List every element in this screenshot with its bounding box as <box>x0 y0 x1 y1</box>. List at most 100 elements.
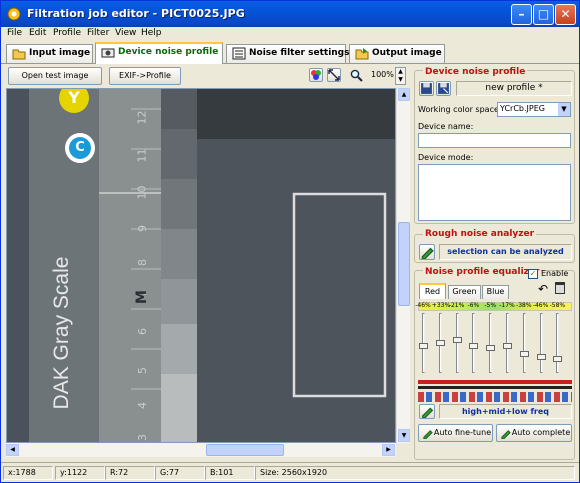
equalizer-slider[interactable] <box>503 313 512 373</box>
device-name-label: Device name: <box>418 122 474 131</box>
scale-number: 10 <box>135 185 149 200</box>
magic-icon <box>501 430 511 439</box>
menu-profile[interactable]: Profile <box>53 28 81 38</box>
slider-thumb[interactable] <box>452 337 462 344</box>
app-window: Filtration job editor - PICT0025.JPG – □… <box>0 0 580 483</box>
image-toolbar: Open test image EXIF->Profile 100% ▲ ▼ <box>6 66 409 86</box>
output-folder-icon <box>355 48 369 60</box>
equalizer-slider[interactable] <box>469 313 479 373</box>
freq-select-button[interactable] <box>419 404 435 419</box>
analyzer-header: Rough noise analyzer <box>423 229 537 239</box>
slider-thumb[interactable] <box>503 342 512 349</box>
menu-file[interactable]: File <box>7 28 22 38</box>
zoom-icon[interactable] <box>350 69 363 82</box>
equalizer-percentage: -46% <box>532 302 549 309</box>
auto-finetune-button[interactable]: Auto fine-tune <box>418 424 493 442</box>
save-as-profile-button[interactable] <box>436 81 451 96</box>
scroll-up-arrow[interactable]: ▲ <box>398 88 410 101</box>
slider-thumb[interactable] <box>486 345 496 352</box>
slider-track <box>522 313 526 373</box>
scale-number: 9 <box>136 225 149 232</box>
tab-input-image[interactable]: Input image <box>6 44 93 63</box>
folder-icon <box>12 49 26 60</box>
menu-help[interactable]: Help <box>141 28 162 38</box>
slider-thumb[interactable] <box>435 340 445 346</box>
channel-tab-green[interactable]: Green <box>448 285 481 299</box>
vertical-scroll-thumb[interactable] <box>398 222 410 306</box>
menu-view[interactable]: View <box>115 28 136 38</box>
minimize-button[interactable]: – <box>511 4 532 25</box>
slider-thumb[interactable] <box>419 342 428 349</box>
slider-thumb[interactable] <box>553 356 563 363</box>
frequency-label: high+mid+low freq <box>439 404 572 419</box>
color-space-select[interactable]: YCrCb.JPEG ▼ <box>497 102 571 117</box>
slider-thumb[interactable] <box>536 353 546 360</box>
auto-complete-button[interactable]: Auto complete <box>496 424 572 442</box>
enable-checkbox[interactable]: ✓ <box>528 269 538 279</box>
analyzer-status: selection can be analyzed <box>439 244 572 260</box>
menu-filter[interactable]: Filter <box>87 28 109 38</box>
frequency-markers <box>418 392 572 402</box>
tab-label: Device noise profile <box>118 47 219 57</box>
close-icon: ✕ <box>560 7 571 21</box>
analyze-button[interactable] <box>419 244 435 260</box>
slider-track <box>556 313 560 373</box>
auto-complete-label: Auto complete <box>511 428 571 437</box>
close-button[interactable]: ✕ <box>555 4 576 25</box>
exif-profile-button[interactable]: EXIF->Profile <box>109 67 181 85</box>
scale-number: 3 <box>136 434 149 441</box>
maximize-button[interactable]: □ <box>533 4 554 25</box>
horizontal-scroll-thumb[interactable] <box>206 444 284 456</box>
equalizer-slider[interactable] <box>553 313 563 373</box>
device-mode-textarea[interactable] <box>418 164 571 221</box>
tab-noise-filter-settings[interactable]: Noise filter settings <box>226 44 350 63</box>
window-title: Filtration job editor - PICT0025.JPG <box>27 7 245 20</box>
scroll-right-arrow[interactable]: ▶ <box>382 444 395 456</box>
color-space-label: Working color space: <box>418 105 502 114</box>
equalizer-percentage: -58% <box>549 302 566 309</box>
pencil-icon <box>421 247 434 260</box>
channel-tab-red[interactable]: Red <box>419 283 446 299</box>
red-channel-bar <box>418 380 572 384</box>
badge-c-label: C <box>69 137 91 159</box>
undo-icon[interactable]: ↶ <box>538 282 548 296</box>
device-noise-profile-group: Device noise profile new profile * Worki… <box>414 67 575 224</box>
fit-view-button[interactable] <box>327 68 341 82</box>
equalizer-slider[interactable] <box>519 313 529 373</box>
scale-number: 8 <box>136 259 149 266</box>
save-profile-button[interactable] <box>419 81 434 96</box>
equalizer-slider[interactable] <box>536 313 546 373</box>
open-test-image-button[interactable]: Open test image <box>8 67 102 85</box>
tab-device-noise-profile[interactable]: Device noise profile <box>95 42 223 64</box>
color-space-value: YCrCb.JPEG <box>500 104 545 113</box>
scroll-down-arrow[interactable]: ▼ <box>398 429 410 442</box>
black-channel-bar <box>418 386 572 389</box>
equalizer-percentage: -17% <box>499 302 515 309</box>
menu-edit[interactable]: Edit <box>29 28 46 38</box>
tab-output-image[interactable]: Output image <box>349 44 445 63</box>
equalizer-slider[interactable] <box>486 313 496 373</box>
equalizer-slider[interactable] <box>435 313 445 373</box>
trash-icon[interactable] <box>555 282 565 294</box>
resize-icon <box>328 69 340 81</box>
equalizer-slider[interactable] <box>452 313 462 373</box>
zoom-spinner[interactable]: ▲ ▼ <box>395 67 406 85</box>
slider-thumb[interactable] <box>519 350 529 357</box>
image-viewport[interactable]: Y C DAK Gray Scale 12 11 10 9 8 7 M 6 5 … <box>6 88 396 443</box>
scroll-left-arrow[interactable]: ◀ <box>6 444 19 456</box>
scale-number: 6 <box>136 328 149 335</box>
title-bar[interactable]: Filtration job editor - PICT0025.JPG – □… <box>1 1 579 27</box>
color-picker-button[interactable] <box>309 68 323 82</box>
device-name-input[interactable] <box>418 133 571 148</box>
chevron-down-icon: ▼ <box>558 103 570 116</box>
equalizer-slider[interactable] <box>419 313 428 373</box>
badge-c: C <box>65 133 95 163</box>
auto-finetune-label: Auto fine-tune <box>433 428 492 437</box>
status-bar: x:1788 y:1122 R:72 G:77 B:101 Size: 2560… <box>1 462 579 482</box>
equalizer-percentage: -5% <box>484 302 497 309</box>
status-x: x:1788 <box>3 466 53 480</box>
slider-thumb[interactable] <box>469 342 479 349</box>
vertical-scrollbar[interactable]: ▲ ▼ <box>396 88 410 443</box>
channel-tab-blue[interactable]: Blue <box>482 285 509 299</box>
horizontal-scrollbar[interactable]: ◀ ▶ <box>6 443 396 457</box>
